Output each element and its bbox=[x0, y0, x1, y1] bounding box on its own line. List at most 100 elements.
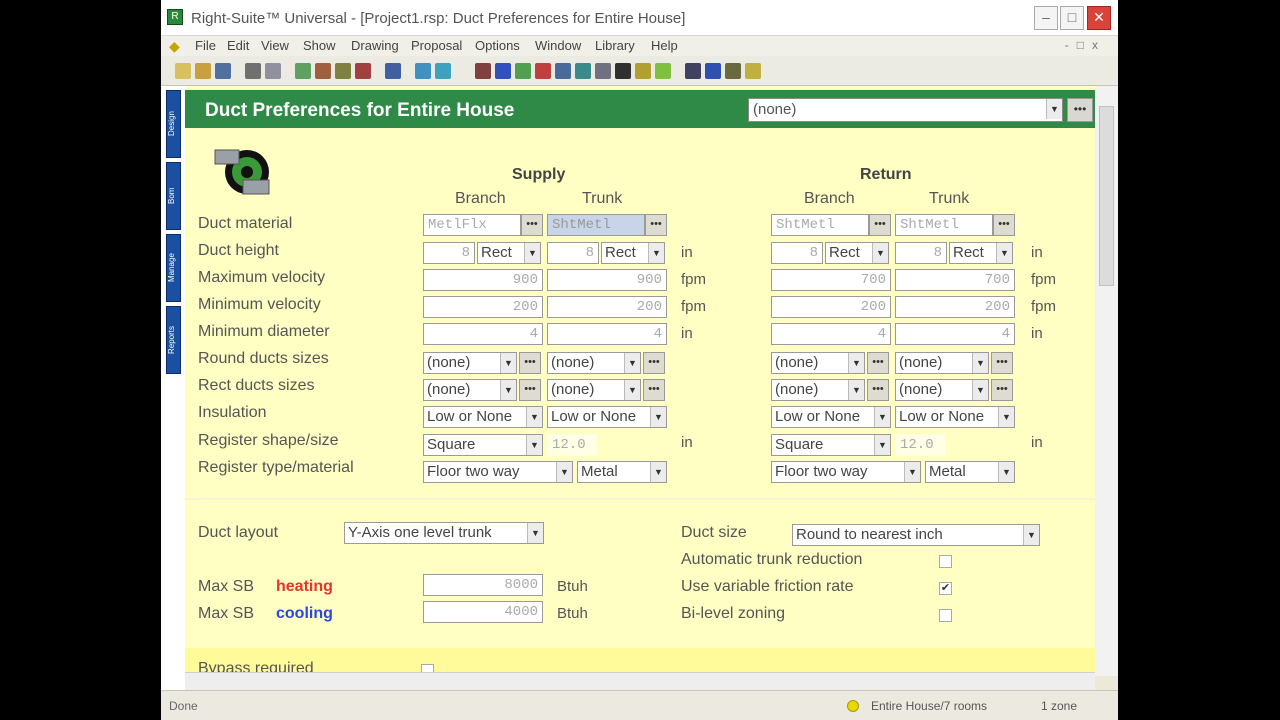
supply-branch-height[interactable]: 8 bbox=[423, 242, 475, 264]
title-bar[interactable]: R Right-Suite™ Universal - [Project1.rsp… bbox=[161, 0, 1118, 36]
max-sb-heating-input[interactable]: 8000 bbox=[423, 574, 543, 596]
supply-branch-material[interactable]: MetlFlx bbox=[423, 214, 521, 236]
side-tab-design[interactable]: Design bbox=[166, 90, 181, 158]
menu-library[interactable]: Library bbox=[595, 38, 635, 53]
supply-branch-round-browse[interactable]: ••• bbox=[519, 352, 541, 374]
side-tab-bom[interactable]: Bom bbox=[166, 162, 181, 230]
return-branch-max-velocity[interactable]: 700 bbox=[771, 269, 891, 291]
supply-branch-round-sizes[interactable]: (none) ▼ bbox=[423, 352, 517, 374]
preset-select[interactable]: (none) ▼ bbox=[748, 98, 1063, 122]
return-trunk-rect-browse[interactable]: ••• bbox=[991, 379, 1013, 401]
tool-icon-6[interactable] bbox=[475, 63, 491, 79]
supply-trunk-register-material[interactable]: Metal ▼ bbox=[577, 461, 667, 483]
menu-options[interactable]: Options bbox=[475, 38, 520, 53]
mdi-controls[interactable]: -□x bbox=[1065, 38, 1106, 52]
return-branch-register-shape[interactable]: Square ▼ bbox=[771, 434, 891, 456]
return-trunk-height-shape[interactable]: Rect ▼ bbox=[949, 242, 1013, 264]
vertical-scrollbar[interactable] bbox=[1095, 86, 1118, 676]
tool-icon-12[interactable] bbox=[595, 63, 611, 79]
zoom-in-icon[interactable] bbox=[415, 63, 431, 79]
return-trunk-min-velocity[interactable]: 200 bbox=[895, 296, 1015, 318]
return-trunk-insulation[interactable]: Low or None ▼ bbox=[895, 406, 1015, 428]
supply-branch-rect-browse[interactable]: ••• bbox=[519, 379, 541, 401]
supply-trunk-round-browse[interactable]: ••• bbox=[643, 352, 665, 374]
auto-trunk-reduction-checkbox[interactable] bbox=[939, 555, 952, 568]
supply-branch-min-velocity[interactable]: 200 bbox=[423, 296, 543, 318]
duct-size-select[interactable]: Round to nearest inch ▼ bbox=[792, 524, 1040, 546]
print-icon[interactable] bbox=[245, 63, 261, 79]
document-icon[interactable]: ◆ bbox=[169, 38, 185, 54]
tool-icon-14[interactable] bbox=[635, 63, 651, 79]
return-trunk-material[interactable]: ShtMetl bbox=[895, 214, 993, 236]
duct-layout-select[interactable]: Y-Axis one level trunk ▼ bbox=[344, 522, 544, 544]
return-trunk-rect-sizes[interactable]: (none) ▼ bbox=[895, 379, 989, 401]
menu-view[interactable]: View bbox=[261, 38, 289, 53]
return-trunk-material-browse[interactable]: ••• bbox=[993, 214, 1015, 236]
tool-icon-11[interactable] bbox=[575, 63, 591, 79]
menu-drawing[interactable]: Drawing bbox=[351, 38, 399, 53]
return-branch-height-shape[interactable]: Rect ▼ bbox=[825, 242, 889, 264]
supply-branch-rect-sizes[interactable]: (none) ▼ bbox=[423, 379, 517, 401]
supply-trunk-rect-sizes[interactable]: (none) ▼ bbox=[547, 379, 641, 401]
return-branch-min-diameter[interactable]: 4 bbox=[771, 323, 891, 345]
tool-icon-3[interactable] bbox=[335, 63, 351, 79]
bilevel-zoning-checkbox[interactable] bbox=[939, 609, 952, 622]
horizontal-scrollbar[interactable] bbox=[185, 672, 1095, 690]
minimize-button[interactable]: – bbox=[1034, 6, 1058, 30]
supply-branch-max-velocity[interactable]: 900 bbox=[423, 269, 543, 291]
side-tab-manage[interactable]: Manage bbox=[166, 234, 181, 302]
return-branch-material-browse[interactable]: ••• bbox=[869, 214, 891, 236]
tool-icon-7[interactable] bbox=[495, 63, 511, 79]
supply-trunk-material-browse[interactable]: ••• bbox=[645, 214, 667, 236]
return-branch-height[interactable]: 8 bbox=[771, 242, 823, 264]
tool-icon-9[interactable] bbox=[535, 63, 551, 79]
return-trunk-max-velocity[interactable]: 700 bbox=[895, 269, 1015, 291]
return-branch-insulation[interactable]: Low or None ▼ bbox=[771, 406, 891, 428]
supply-trunk-min-velocity[interactable]: 200 bbox=[547, 296, 667, 318]
supply-trunk-height[interactable]: 8 bbox=[547, 242, 599, 264]
supply-branch-register-shape[interactable]: Square ▼ bbox=[423, 434, 543, 456]
return-trunk-round-sizes[interactable]: (none) ▼ bbox=[895, 352, 989, 374]
menu-window[interactable]: Window bbox=[535, 38, 581, 53]
new-icon[interactable] bbox=[175, 63, 191, 79]
preview-icon[interactable] bbox=[265, 63, 281, 79]
tool-icon-5[interactable] bbox=[385, 63, 401, 79]
save-icon[interactable] bbox=[215, 63, 231, 79]
open-icon[interactable] bbox=[195, 63, 211, 79]
menu-proposal[interactable]: Proposal bbox=[411, 38, 462, 53]
return-branch-round-browse[interactable]: ••• bbox=[867, 352, 889, 374]
supply-trunk-insulation[interactable]: Low or None ▼ bbox=[547, 406, 667, 428]
return-branch-rect-sizes[interactable]: (none) ▼ bbox=[771, 379, 865, 401]
return-branch-round-sizes[interactable]: (none) ▼ bbox=[771, 352, 865, 374]
tool-icon-8[interactable] bbox=[515, 63, 531, 79]
tool-icon-4[interactable] bbox=[355, 63, 371, 79]
return-branch-material[interactable]: ShtMetl bbox=[771, 214, 869, 236]
supply-trunk-rect-browse[interactable]: ••• bbox=[643, 379, 665, 401]
tool-icon-19[interactable] bbox=[745, 63, 761, 79]
return-trunk-round-browse[interactable]: ••• bbox=[991, 352, 1013, 374]
supply-branch-min-diameter[interactable]: 4 bbox=[423, 323, 543, 345]
return-trunk-register-material[interactable]: Metal ▼ bbox=[925, 461, 1015, 483]
menu-show[interactable]: Show bbox=[303, 38, 336, 53]
tool-icon-10[interactable] bbox=[555, 63, 571, 79]
menu-edit[interactable]: Edit bbox=[227, 38, 249, 53]
supply-branch-register-type[interactable]: Floor two way ▼ bbox=[423, 461, 573, 483]
max-sb-cooling-input[interactable]: 4000 bbox=[423, 601, 543, 623]
tool-icon-13[interactable] bbox=[615, 63, 631, 79]
tool-icon-1[interactable] bbox=[295, 63, 311, 79]
maximize-button[interactable]: □ bbox=[1060, 6, 1084, 30]
side-tab-reports[interactable]: Reports bbox=[166, 306, 181, 374]
vertical-scroll-thumb[interactable] bbox=[1099, 106, 1114, 286]
return-branch-min-velocity[interactable]: 200 bbox=[771, 296, 891, 318]
return-trunk-min-diameter[interactable]: 4 bbox=[895, 323, 1015, 345]
tool-icon-16[interactable] bbox=[685, 63, 701, 79]
return-trunk-height[interactable]: 8 bbox=[895, 242, 947, 264]
supply-branch-height-shape[interactable]: Rect ▼ bbox=[477, 242, 541, 264]
close-button[interactable]: ✕ bbox=[1087, 6, 1111, 30]
supply-trunk-max-velocity[interactable]: 900 bbox=[547, 269, 667, 291]
preset-browse-button[interactable]: ••• bbox=[1067, 98, 1093, 122]
supply-branch-insulation[interactable]: Low or None ▼ bbox=[423, 406, 543, 428]
tool-icon-15[interactable] bbox=[655, 63, 671, 79]
supply-trunk-min-diameter[interactable]: 4 bbox=[547, 323, 667, 345]
tool-icon-2[interactable] bbox=[315, 63, 331, 79]
